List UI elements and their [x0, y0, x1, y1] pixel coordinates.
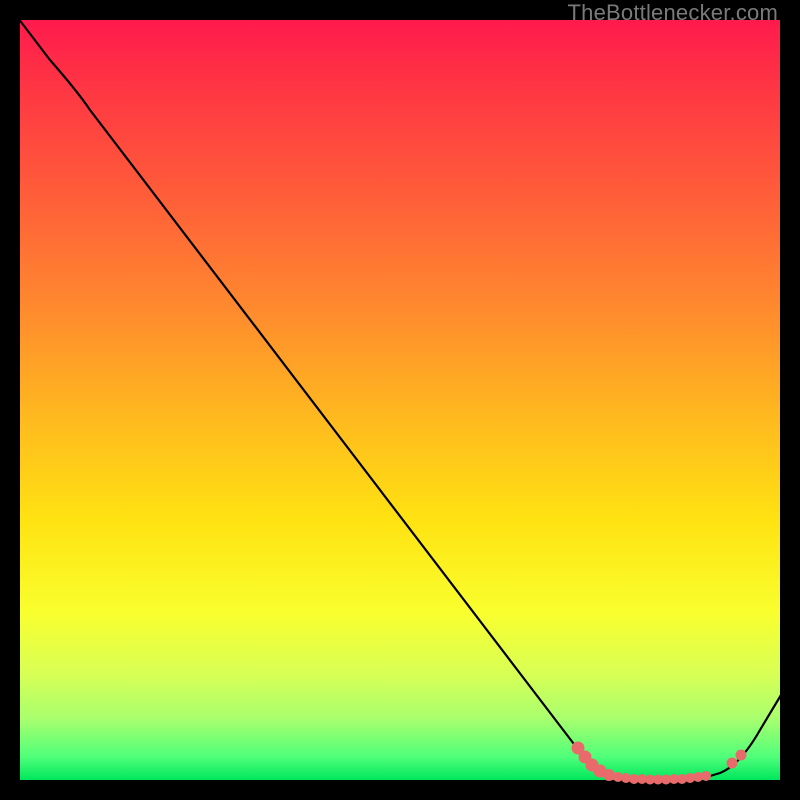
- curve-line: [18, 18, 784, 779]
- highlight-dots: [572, 742, 746, 784]
- chart-frame: TheBottlenecker.com: [0, 0, 800, 800]
- plot-area: [20, 20, 780, 780]
- bottleneck-curve: [20, 20, 780, 780]
